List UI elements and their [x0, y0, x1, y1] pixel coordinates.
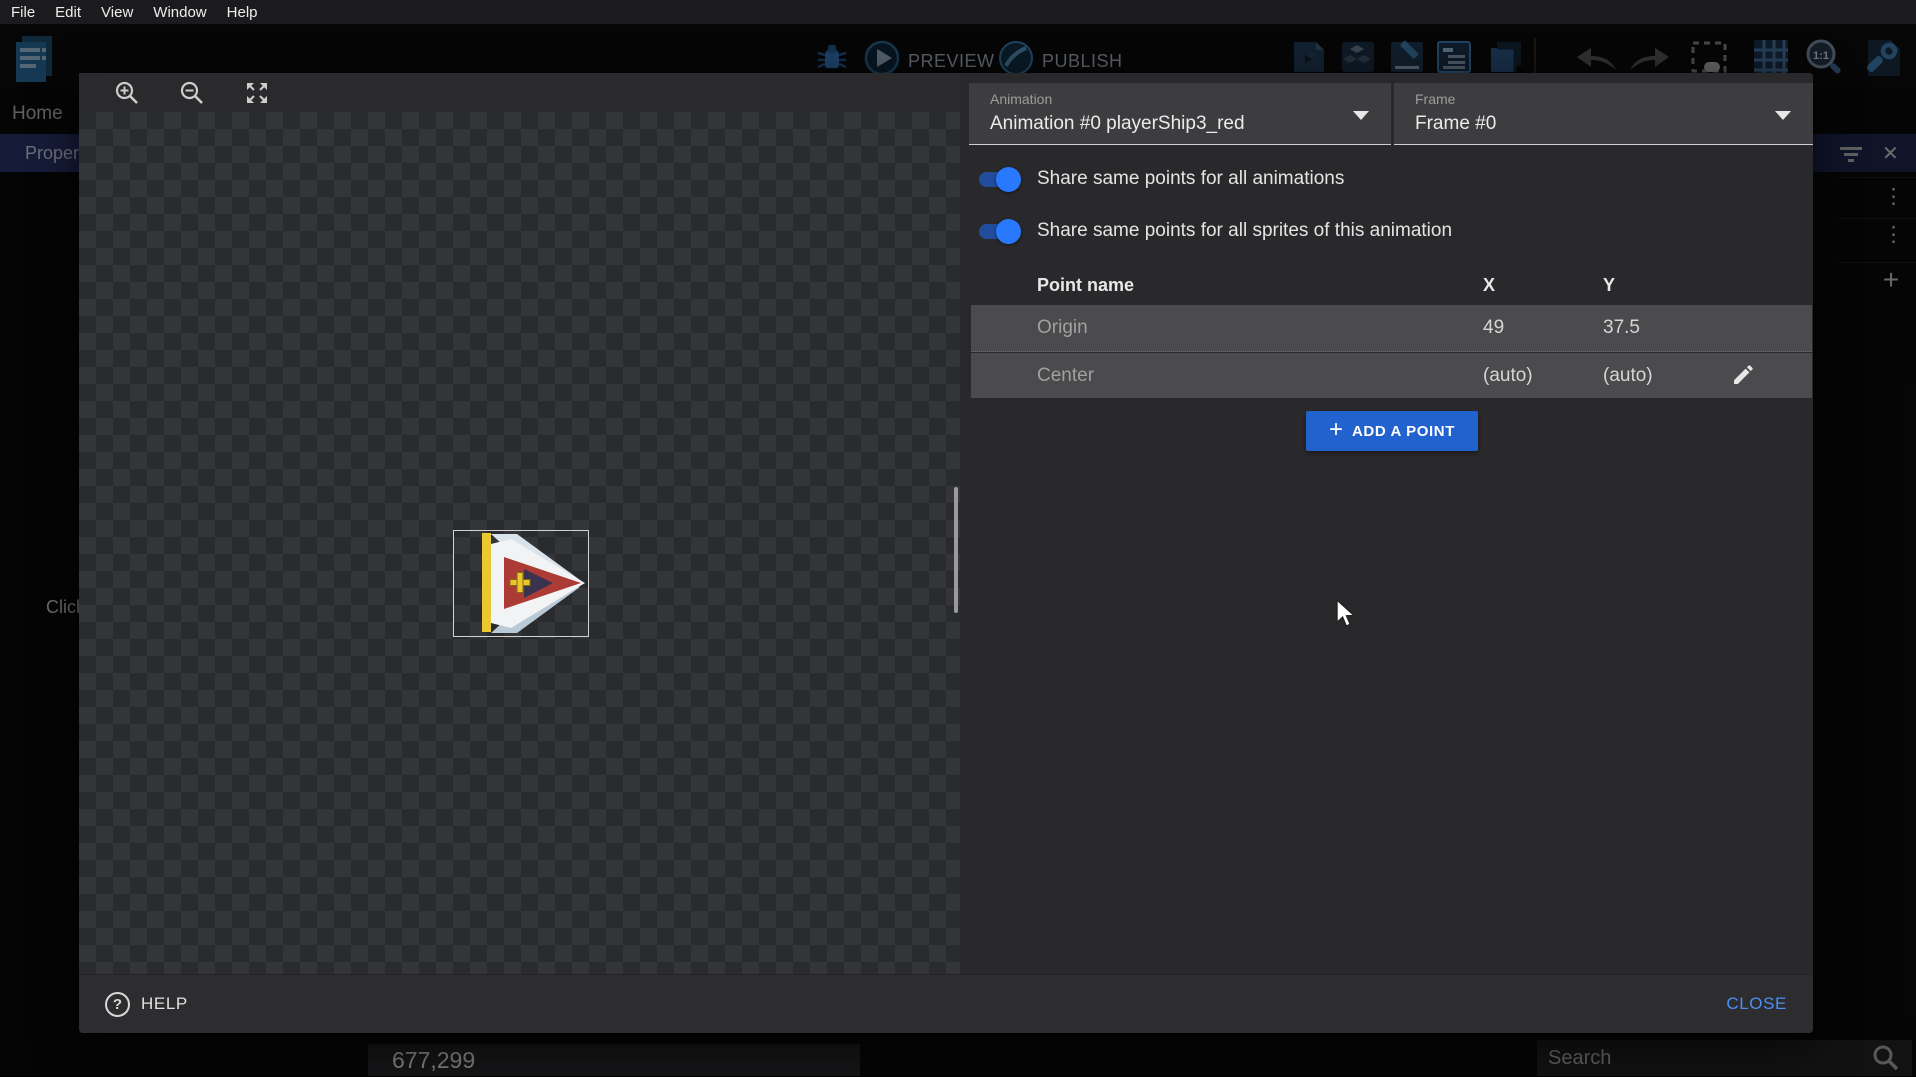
- screen: File Edit View Window Help: [0, 0, 1916, 1076]
- point-y-cell[interactable]: (auto): [1603, 365, 1653, 387]
- close-button[interactable]: CLOSE: [1726, 994, 1787, 1014]
- menu-help[interactable]: Help: [227, 4, 258, 21]
- edit-pencil-icon[interactable]: [1731, 363, 1755, 387]
- share-points-all-sprites-toggle[interactable]: [977, 219, 1019, 244]
- canvas-scrollbar[interactable]: [954, 487, 958, 613]
- point-name-cell[interactable]: Origin: [1037, 317, 1088, 339]
- menu-file[interactable]: File: [11, 4, 35, 21]
- sprite-canvas[interactable]: [79, 112, 960, 974]
- toggle-label: Share same points for all sprites of thi…: [1037, 220, 1452, 242]
- point-x-cell[interactable]: 49: [1483, 317, 1504, 339]
- sprite-selection-box[interactable]: [453, 530, 589, 637]
- points-table-header: Point name X Y: [971, 271, 1812, 305]
- menu-bar: File Edit View Window Help: [0, 0, 1916, 24]
- menu-window[interactable]: Window: [153, 4, 206, 21]
- point-y-cell[interactable]: 37.5: [1603, 317, 1640, 339]
- add-point-button[interactable]: + ADD A POINT: [1306, 411, 1478, 451]
- help-button[interactable]: ? HELP: [105, 992, 188, 1017]
- toggle-label: Share same points for all animations: [1037, 168, 1344, 190]
- animation-select-value: Animation #0 playerShip3_red: [990, 113, 1245, 135]
- dialog-footer: ? HELP CLOSE: [79, 974, 1813, 1033]
- frame-select[interactable]: Frame Frame #0: [1394, 83, 1813, 145]
- menu-edit[interactable]: Edit: [55, 4, 81, 21]
- chevron-down-icon: [1775, 111, 1791, 120]
- fit-to-screen-icon[interactable]: [244, 80, 270, 106]
- add-point-label: ADD A POINT: [1352, 423, 1455, 440]
- animation-select-label: Animation: [990, 91, 1052, 107]
- x-header: X: [1483, 275, 1495, 296]
- help-label: HELP: [141, 994, 188, 1014]
- frame-select-label: Frame: [1415, 91, 1455, 107]
- chevron-down-icon: [1353, 111, 1369, 120]
- toggle-row: Share same points for all animations: [977, 161, 1344, 197]
- animation-select[interactable]: Animation Animation #0 playerShip3_red: [969, 83, 1391, 145]
- point-x-cell[interactable]: (auto): [1483, 365, 1533, 387]
- zoom-in-icon[interactable]: [114, 80, 140, 106]
- menu-view[interactable]: View: [101, 4, 133, 21]
- table-row-center[interactable]: Center (auto) (auto): [971, 353, 1812, 398]
- point-name-header: Point name: [1037, 275, 1134, 296]
- point-name-cell[interactable]: Center: [1037, 365, 1094, 387]
- help-icon: ?: [105, 992, 130, 1017]
- ship-sprite: [454, 531, 588, 636]
- toggle-row: Share same points for all sprites of thi…: [977, 213, 1452, 249]
- share-points-all-animations-toggle[interactable]: [977, 167, 1019, 192]
- table-row-origin[interactable]: Origin 49 37.5: [971, 305, 1812, 352]
- y-header: Y: [1603, 275, 1615, 296]
- plus-icon: +: [1329, 418, 1343, 442]
- zoom-out-icon[interactable]: [179, 80, 205, 106]
- edit-points-dialog: Animation Animation #0 playerShip3_red F…: [79, 73, 1813, 1033]
- frame-select-value: Frame #0: [1415, 113, 1496, 135]
- canvas-toolbar: [79, 73, 960, 112]
